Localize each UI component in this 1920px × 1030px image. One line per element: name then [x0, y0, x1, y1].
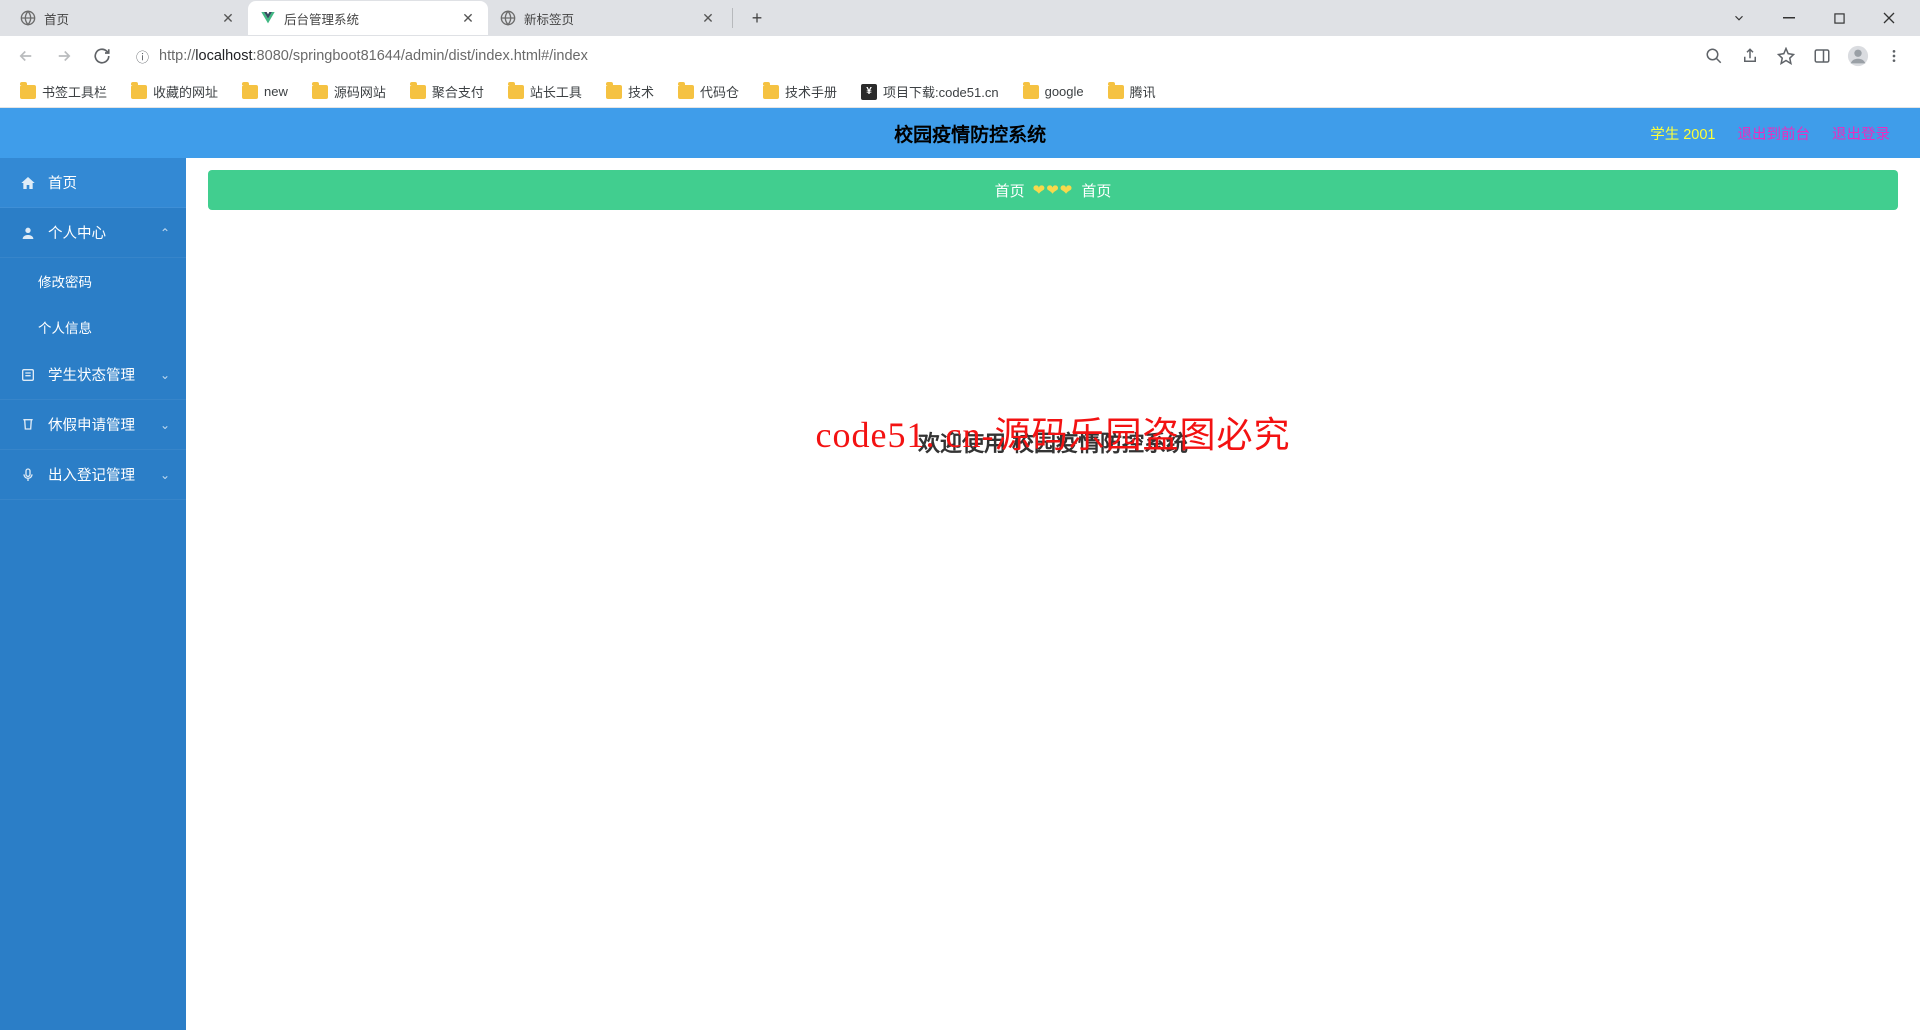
- sidebar-item-personal[interactable]: 个人中心 ⌃: [0, 208, 186, 258]
- bookmarks-bar: 书签工具栏 收藏的网址 new 源码网站 聚合支付 站长工具 技术 代码仓 技术…: [0, 76, 1920, 108]
- tab-title: 新标签页: [524, 9, 700, 28]
- folder-icon: [763, 85, 779, 99]
- sidebar-item-home[interactable]: 首页: [0, 158, 186, 208]
- back-button[interactable]: [10, 40, 42, 72]
- divider: [732, 8, 733, 28]
- main-area: 欢迎使用 校园疫情防控系统 code51. cn-源码乐园盗图必究: [208, 210, 1898, 680]
- url-text: http://localhost:8080/springboot81644/ad…: [159, 48, 588, 64]
- side-panel-icon[interactable]: [1806, 40, 1838, 72]
- browser-tab-active[interactable]: 后台管理系统 ✕: [248, 1, 488, 35]
- close-icon[interactable]: ✕: [220, 10, 236, 26]
- bookmark-item[interactable]: 书签工具栏: [12, 78, 115, 105]
- folder-icon: [508, 85, 524, 99]
- bookmark-item[interactable]: 腾讯: [1100, 78, 1164, 105]
- folder-icon: [678, 85, 694, 99]
- bookmark-item[interactable]: 技术: [598, 78, 662, 105]
- bookmark-item[interactable]: 技术手册: [755, 78, 845, 105]
- bookmark-item[interactable]: 聚合支付: [402, 78, 492, 105]
- minimize-button[interactable]: [1766, 2, 1812, 34]
- folder-icon: [606, 85, 622, 99]
- tab-title: 首页: [44, 9, 220, 28]
- globe-icon: [20, 10, 36, 26]
- chevron-down-icon: ⌄: [160, 468, 170, 482]
- user-icon: [20, 225, 38, 241]
- sidebar: 首页 个人中心 ⌃ 修改密码 个人信息 学生状态管理 ⌄ 休假申请管理 ⌄ 出入…: [0, 158, 186, 1030]
- sidebar-item-label: 学生状态管理: [48, 364, 135, 385]
- sidebar-subitem-profile[interactable]: 个人信息: [0, 304, 186, 350]
- sidebar-item-label: 首页: [48, 172, 77, 193]
- app-header: 校园疫情防控系统 学生 2001 退出到前台 退出登录: [0, 108, 1920, 158]
- sidebar-item-student-status[interactable]: 学生状态管理 ⌄: [0, 350, 186, 400]
- cup-icon: [20, 417, 38, 433]
- hearts-icon: ❤❤❤: [1033, 181, 1074, 199]
- mic-icon: [20, 467, 38, 483]
- sidebar-subitem-change-password[interactable]: 修改密码: [0, 258, 186, 304]
- breadcrumb: 首页 ❤❤❤ 首页: [208, 170, 1898, 210]
- sidebar-item-label: 个人中心: [48, 222, 106, 243]
- logout-link[interactable]: 退出登录: [1832, 123, 1890, 144]
- folder-icon: [131, 85, 147, 99]
- maximize-button[interactable]: [1816, 2, 1862, 34]
- bookmark-item[interactable]: google: [1015, 80, 1092, 103]
- search-icon[interactable]: [1698, 40, 1730, 72]
- close-window-button[interactable]: [1866, 2, 1912, 34]
- sidebar-item-label: 休假申请管理: [48, 414, 135, 435]
- tab-title: 后台管理系统: [284, 9, 460, 28]
- home-icon: [20, 175, 38, 191]
- globe-icon: [500, 10, 516, 26]
- bookmark-item[interactable]: ¥项目下载:code51.cn: [853, 78, 1007, 105]
- code51-icon: ¥: [861, 84, 877, 100]
- address-bar: ⓘ http://localhost:8080/springboot81644/…: [0, 36, 1920, 76]
- folder-icon: [410, 85, 426, 99]
- bookmark-item[interactable]: 源码网站: [304, 78, 394, 105]
- bookmark-item[interactable]: 收藏的网址: [123, 78, 226, 105]
- url-input[interactable]: ⓘ http://localhost:8080/springboot81644/…: [124, 41, 1684, 71]
- tab-bar: 首页 ✕ 后台管理系统 ✕ 新标签页 ✕ +: [0, 0, 1920, 36]
- sidebar-subitem-label: 个人信息: [38, 317, 92, 337]
- info-icon[interactable]: ⓘ: [136, 47, 149, 66]
- browser-chrome: 首页 ✕ 后台管理系统 ✕ 新标签页 ✕ +: [0, 0, 1920, 108]
- content: 首页 ❤❤❤ 首页 欢迎使用 校园疫情防控系统 code51. cn-源码乐园盗…: [186, 158, 1920, 1030]
- chevron-up-icon: ⌃: [160, 226, 170, 240]
- chevron-down-icon[interactable]: [1716, 2, 1762, 34]
- folder-icon: [312, 85, 328, 99]
- close-icon[interactable]: ✕: [700, 10, 716, 26]
- new-tab-button[interactable]: +: [743, 4, 771, 32]
- folder-icon: [20, 85, 36, 99]
- profile-icon[interactable]: [1842, 40, 1874, 72]
- chevron-down-icon: ⌄: [160, 418, 170, 432]
- breadcrumb-left: 首页: [995, 180, 1025, 201]
- app-body: 首页 个人中心 ⌃ 修改密码 个人信息 学生状态管理 ⌄ 休假申请管理 ⌄ 出入…: [0, 158, 1920, 1030]
- watermark-text: code51. cn-源码乐园盗图必究: [208, 406, 1898, 458]
- browser-tab[interactable]: 新标签页 ✕: [488, 1, 728, 35]
- list-icon: [20, 367, 38, 383]
- share-icon[interactable]: [1734, 40, 1766, 72]
- folder-icon: [1023, 85, 1039, 99]
- sidebar-subitem-label: 修改密码: [38, 271, 92, 291]
- vue-icon: [260, 10, 276, 26]
- close-icon[interactable]: ✕: [460, 10, 476, 26]
- window-controls: [1716, 2, 1912, 34]
- exit-front-link[interactable]: 退出到前台: [1738, 123, 1811, 144]
- bookmark-item[interactable]: 站长工具: [500, 78, 590, 105]
- browser-tab[interactable]: 首页 ✕: [8, 1, 248, 35]
- star-icon[interactable]: [1770, 40, 1802, 72]
- sidebar-item-access-log[interactable]: 出入登记管理 ⌄: [0, 450, 186, 500]
- header-right: 学生 2001 退出到前台 退出登录: [1650, 123, 1890, 144]
- reload-button[interactable]: [86, 40, 118, 72]
- app-title: 校园疫情防控系统: [290, 120, 1650, 147]
- forward-button[interactable]: [48, 40, 80, 72]
- breadcrumb-right: 首页: [1081, 180, 1111, 201]
- menu-icon[interactable]: [1878, 40, 1910, 72]
- sidebar-item-label: 出入登记管理: [48, 464, 135, 485]
- bookmark-item[interactable]: new: [234, 80, 296, 103]
- bookmark-item[interactable]: 代码仓: [670, 78, 747, 105]
- folder-icon: [242, 85, 258, 99]
- folder-icon: [1108, 85, 1124, 99]
- user-info: 学生 2001: [1650, 123, 1715, 144]
- chevron-down-icon: ⌄: [160, 368, 170, 382]
- sidebar-item-leave-apply[interactable]: 休假申请管理 ⌄: [0, 400, 186, 450]
